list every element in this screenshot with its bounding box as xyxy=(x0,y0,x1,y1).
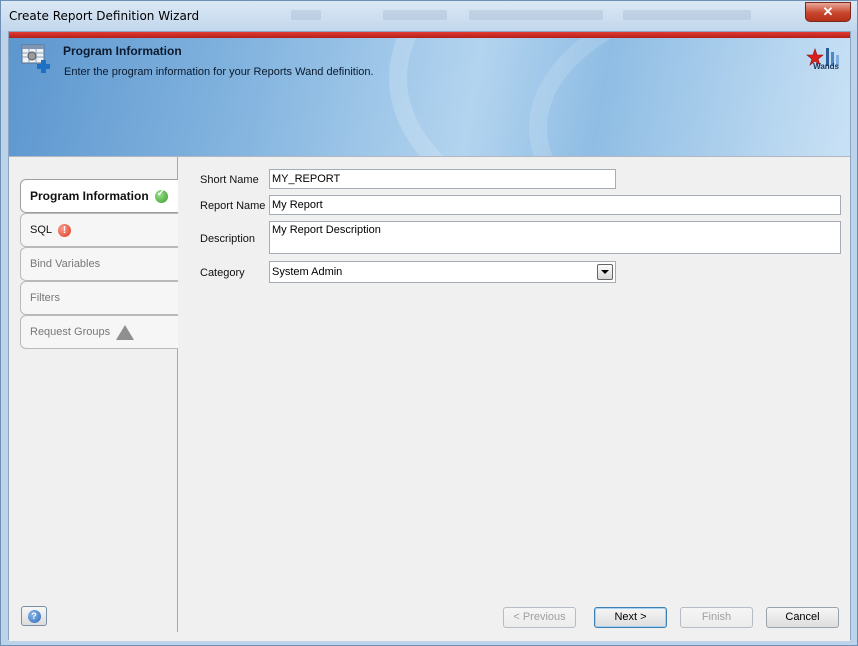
background-ghost xyxy=(383,10,447,20)
step-label: Bind Variables xyxy=(30,258,101,270)
short-name-label: Short Name xyxy=(200,174,259,186)
error-icon: ! xyxy=(58,223,72,237)
background-ghost xyxy=(469,10,603,20)
cancel-button[interactable]: Cancel xyxy=(766,607,839,628)
report-name-input[interactable] xyxy=(269,195,841,215)
wands-logo-icon xyxy=(806,48,839,66)
wizard-client-area: Program Information Enter the program in… xyxy=(8,31,851,641)
help-icon: ? xyxy=(27,609,41,623)
warning-icon xyxy=(116,324,135,340)
description-label: Description xyxy=(200,233,256,245)
description-textarea[interactable]: My Report Description xyxy=(269,221,841,254)
background-ghost xyxy=(291,10,321,20)
wizard-content: Program Information SQL ! Bind Variables… xyxy=(9,156,850,641)
wizard-window: Create Report Definition Wizard ✕ Progra… xyxy=(0,0,858,646)
step-request-groups[interactable]: Request Groups xyxy=(20,315,178,349)
step-label: Request Groups xyxy=(30,326,111,338)
finish-button[interactable]: Finish xyxy=(680,607,753,628)
chevron-down-icon[interactable] xyxy=(597,264,613,280)
window-title: Create Report Definition Wizard xyxy=(9,9,200,23)
step-label: SQL xyxy=(30,224,53,236)
wizard-banner: Program Information Enter the program in… xyxy=(9,38,850,156)
step-navigation: Program Information SQL ! Bind Variables… xyxy=(9,157,178,632)
step-sql[interactable]: SQL ! xyxy=(20,213,178,247)
help-button[interactable]: ? xyxy=(21,606,47,626)
close-button[interactable]: ✕ xyxy=(805,2,851,22)
title-bar[interactable]: Create Report Definition Wizard ✕ xyxy=(1,1,857,31)
next-button[interactable]: Next > xyxy=(594,607,667,628)
report-definition-icon xyxy=(21,44,50,73)
wands-logo-text: Wands xyxy=(813,62,839,71)
banner-title: Program Information xyxy=(63,44,182,58)
category-select[interactable]: System Admin xyxy=(269,261,616,283)
category-selected-value: System Admin xyxy=(272,266,343,278)
check-icon xyxy=(154,188,168,203)
step-label: Filters xyxy=(30,292,60,304)
report-name-label: Report Name xyxy=(200,200,266,212)
short-name-input[interactable] xyxy=(269,169,616,189)
step-filters[interactable]: Filters xyxy=(20,281,178,315)
background-ghost xyxy=(623,10,751,20)
banner-swoosh xyxy=(529,38,850,156)
step-program-information[interactable]: Program Information xyxy=(20,179,178,213)
step-bind-variables[interactable]: Bind Variables xyxy=(20,247,178,281)
category-label: Category xyxy=(200,267,245,279)
previous-button[interactable]: < Previous xyxy=(503,607,576,628)
banner-subtitle: Enter the program information for your R… xyxy=(64,66,374,78)
step-label: Program Information xyxy=(30,189,149,203)
